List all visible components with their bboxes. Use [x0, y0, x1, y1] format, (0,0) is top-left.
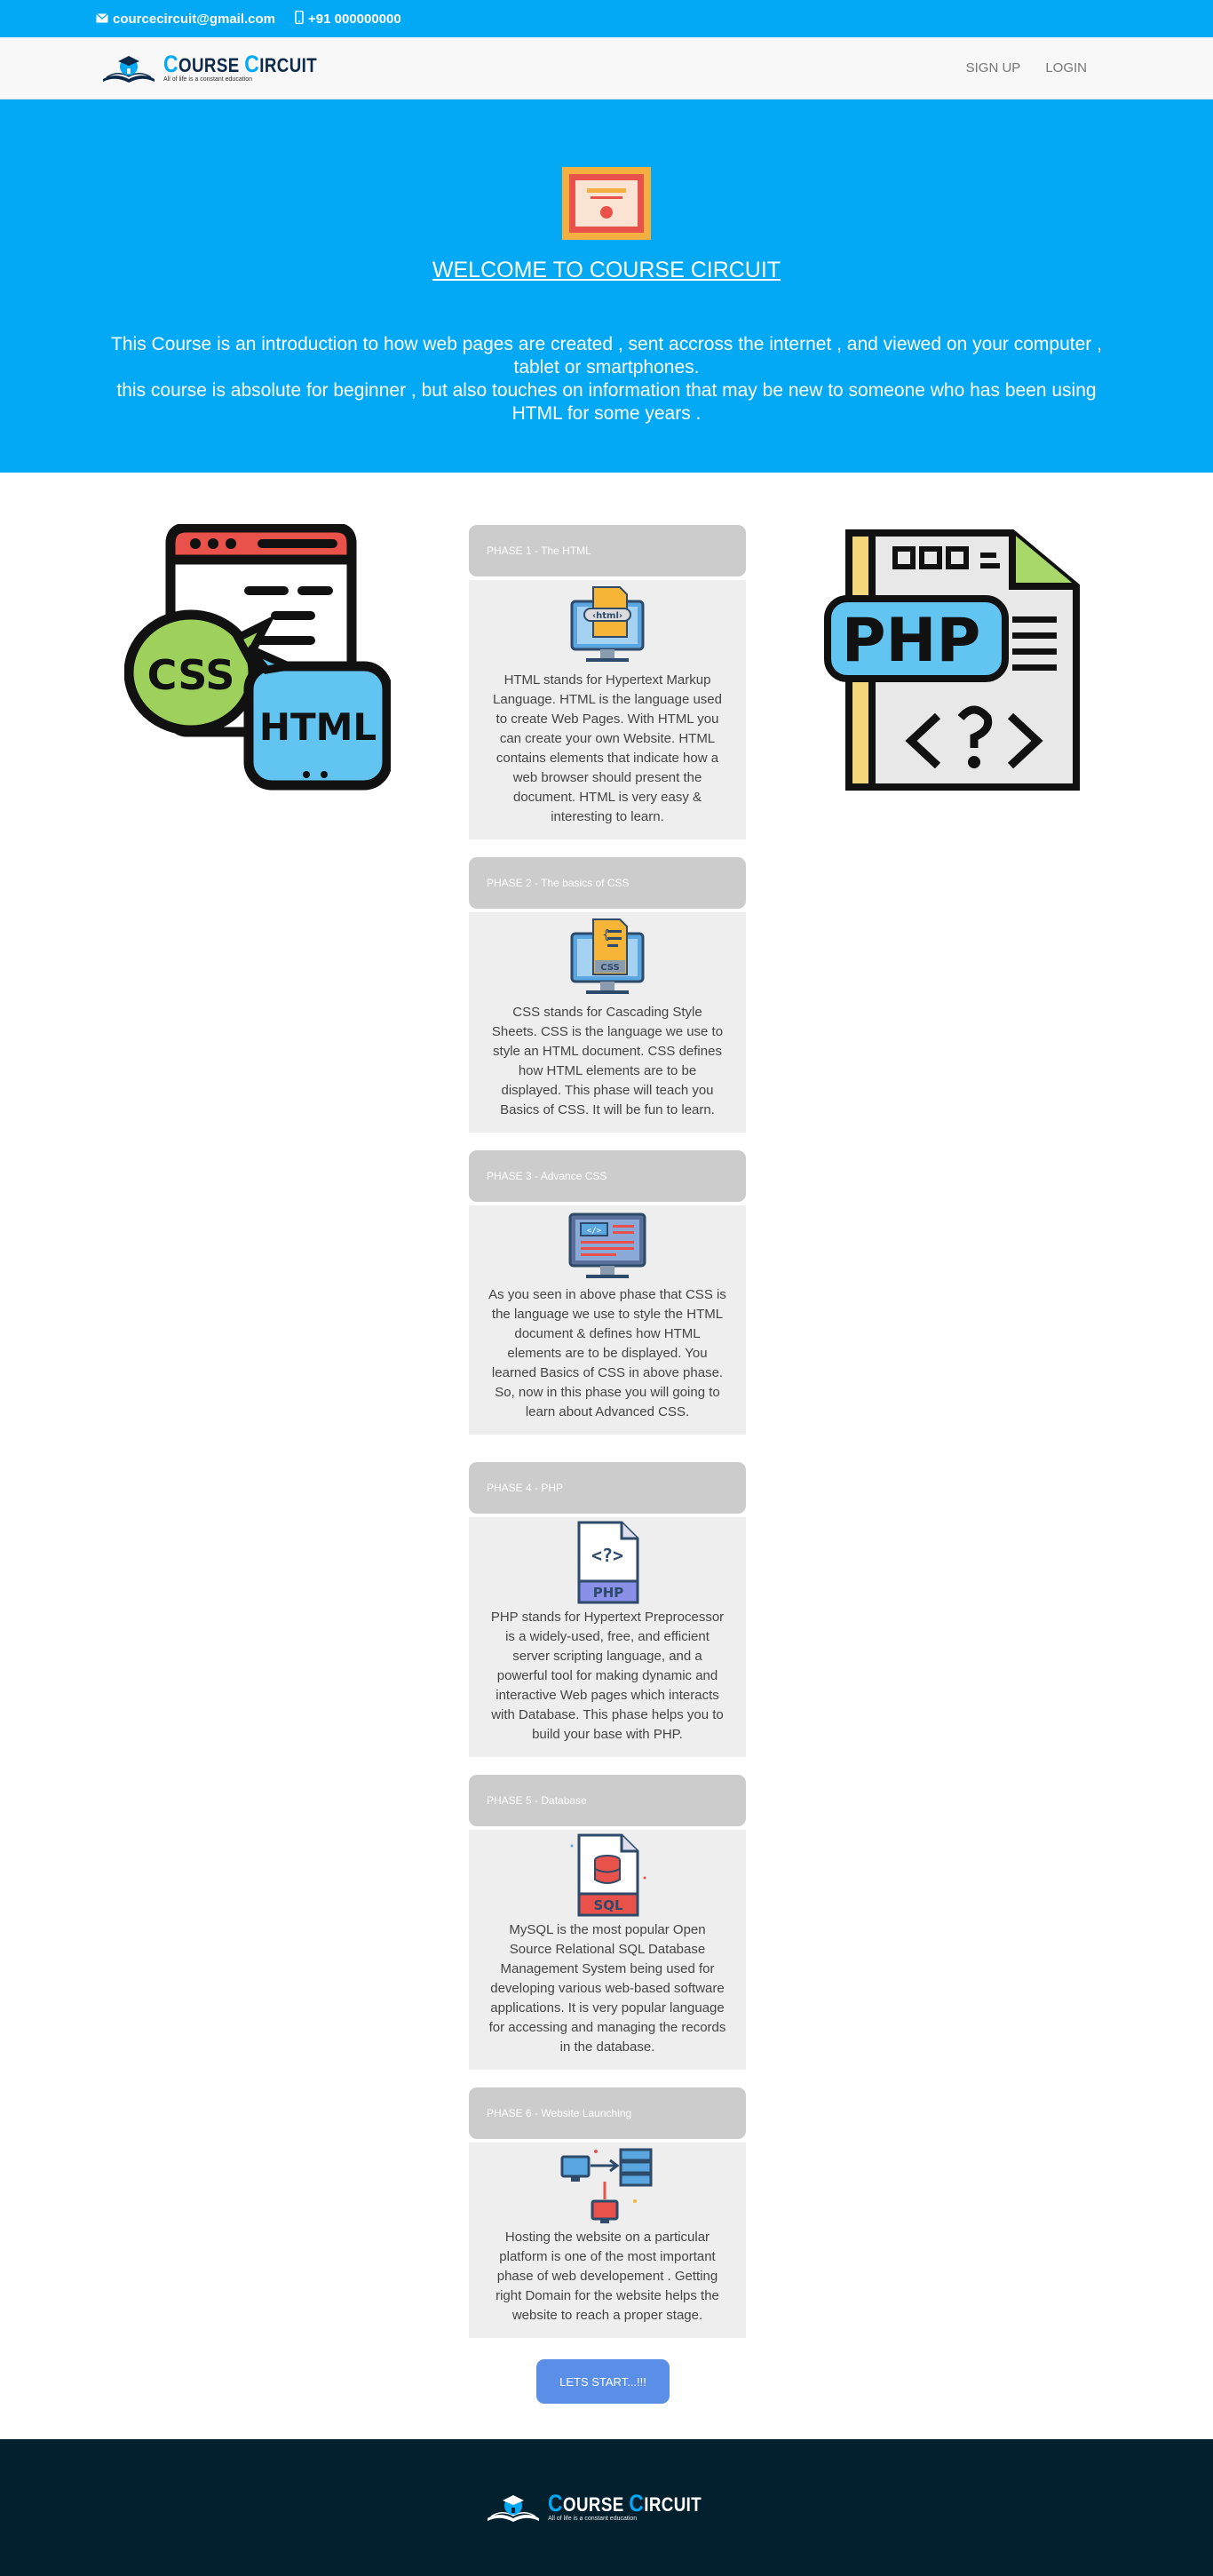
- mobile-phone-icon: [295, 10, 304, 28]
- contact-bar: courcecircuit@gmail.com +91 000000000: [0, 0, 1213, 37]
- phase-body-4: <?> PHP PHP stands for Hypertext Preproc…: [469, 1517, 746, 1757]
- hero-description: This Course is an introduction to how we…: [100, 333, 1113, 425]
- phone-contact[interactable]: +91 000000000: [295, 10, 401, 28]
- phase-card-1: PHASE 1 - The HTML ‹html› HTML stands fo…: [469, 525, 746, 839]
- nav-links: SIGN UP LOGIN: [941, 60, 1087, 76]
- phase-title-4[interactable]: PHASE 4 - PHP: [469, 1462, 746, 1514]
- svg-text:‹html›: ‹html›: [592, 611, 622, 621]
- phase-title-5[interactable]: PHASE 5 - Database: [469, 1775, 746, 1826]
- open-book-graduation-icon: [488, 2495, 540, 2522]
- footer-logo[interactable]: COURSE CIRCUIT All of life is a constant…: [484, 2490, 729, 2525]
- footer-brand-word2: IRCUIT: [644, 2493, 702, 2516]
- email-text: courcecircuit@gmail.com: [113, 11, 276, 27]
- phase-card-3: PHASE 3 - Advance CSS </> As you seen in…: [469, 1150, 746, 1435]
- svg-text:<?>: <?>: [591, 1545, 623, 1566]
- code-monitor-icon: </>: [568, 1212, 646, 1278]
- navbar: COURSE CIRCUIT All of life is a constant…: [0, 37, 1213, 99]
- php-file-icon: PHP: [824, 529, 1080, 791]
- brand-logo[interactable]: COURSE CIRCUIT All of life is a constant…: [99, 51, 345, 86]
- hero-title: WELCOME TO COURSE CIRCUIT: [432, 258, 781, 282]
- phase-text-4: PHP stands for Hypertext Preprocessor is…: [490, 1610, 725, 1742]
- brand-word1: OURSE: [178, 53, 245, 76]
- phase-body-3: </> As you seen in above phase that CSS …: [469, 1205, 746, 1435]
- footer: COURSE CIRCUIT All of life is a constant…: [0, 2439, 1213, 2576]
- phase-text-5: MySQL is the most popular Open Source Re…: [488, 1922, 726, 2055]
- phase-text-3: As you seen in above phase that CSS is t…: [488, 1287, 726, 1419]
- phase-title-6[interactable]: PHASE 6 - Website Launching: [469, 2087, 746, 2139]
- envelope-icon: [96, 12, 108, 27]
- footer-brand-tagline: All of life is a constant education: [548, 2516, 638, 2522]
- phase-body-1: ‹html› HTML stands for Hypertext Markup …: [469, 580, 746, 839]
- html-monitor-icon: ‹html›: [570, 586, 645, 662]
- footer-brand-word1: OURSE: [563, 2493, 630, 2516]
- open-book-graduation-icon: [103, 55, 155, 83]
- svg-text:</>: </>: [587, 1227, 602, 1236]
- phase-card-5: PHASE 5 - Database SQL MySQL is the most…: [469, 1775, 746, 2070]
- brand-letter-c1: C: [163, 50, 178, 77]
- css-html-browser-icon: CSS HTML: [124, 524, 391, 791]
- phase-title-2[interactable]: PHASE 2 - The basics of CSS: [469, 857, 746, 909]
- css-monitor-icon: { CSS: [570, 918, 645, 994]
- brand-word2: IRCUIT: [259, 53, 318, 76]
- phase-text-6: Hosting the website on a particular plat…: [496, 2230, 719, 2323]
- phase-text-2: CSS stands for Cascading Style Sheets. C…: [491, 1005, 724, 1117]
- hero-section: WELCOME TO COURSE CIRCUIT This Course is…: [0, 99, 1213, 473]
- hero-line-2: this course is absolute for beginner , b…: [116, 380, 1097, 424]
- brand-name: COURSE CIRCUIT: [163, 50, 318, 77]
- svg-text:HTML: HTML: [259, 705, 377, 749]
- phase-title-1[interactable]: PHASE 1 - The HTML: [469, 525, 746, 576]
- lets-start-button[interactable]: LETS START...!!!: [536, 2359, 670, 2404]
- phase-title-3[interactable]: PHASE 3 - Advance CSS: [469, 1150, 746, 1202]
- svg-text:CSS: CSS: [600, 963, 619, 973]
- certificate-icon: [562, 167, 651, 240]
- hero-line-1: This Course is an introduction to how we…: [111, 334, 1102, 378]
- footer-brand-letter-c1: C: [548, 2490, 564, 2516]
- phases-section: CSS HTML PHP PHASE 1 - The HTML ‹html› H…: [0, 473, 1213, 2437]
- phase-card-6: PHASE 6 - Website Launching Hosting the …: [469, 2087, 746, 2338]
- brand-letter-c2: C: [244, 50, 260, 77]
- phase-card-4: PHASE 4 - PHP <?> PHP PHP stands for Hyp…: [469, 1462, 746, 1757]
- php-document-icon: <?> PHP: [577, 1521, 639, 1604]
- sql-document-icon: SQL: [570, 1833, 646, 1917]
- phase-body-6: Hosting the website on a particular plat…: [469, 2143, 746, 2338]
- phase-card-2: PHASE 2 - The basics of CSS { CSS CSS st…: [469, 857, 746, 1133]
- login-link[interactable]: LOGIN: [1045, 60, 1087, 76]
- phase-text-1: HTML stands for Hypertext Markup Languag…: [493, 672, 722, 824]
- svg-text:PHP: PHP: [842, 606, 981, 676]
- brand-tagline: All of life is a constant education: [163, 76, 253, 83]
- signup-link[interactable]: SIGN UP: [966, 60, 1021, 76]
- email-contact[interactable]: courcecircuit@gmail.com: [96, 12, 275, 27]
- footer-brand-letter-c2: C: [629, 2490, 645, 2516]
- svg-text:CSS: CSS: [147, 651, 235, 699]
- svg-text:PHP: PHP: [593, 1585, 624, 1601]
- server-network-icon: [560, 2148, 653, 2223]
- phase-body-5: SQL MySQL is the most popular Open Sourc…: [469, 1830, 746, 2070]
- svg-text:SQL: SQL: [593, 1897, 623, 1913]
- footer-brand-name: COURSE CIRCUIT: [548, 2490, 702, 2516]
- phone-text: +91 000000000: [308, 11, 401, 27]
- phase-body-2: { CSS CSS stands for Cascading Style She…: [469, 912, 746, 1133]
